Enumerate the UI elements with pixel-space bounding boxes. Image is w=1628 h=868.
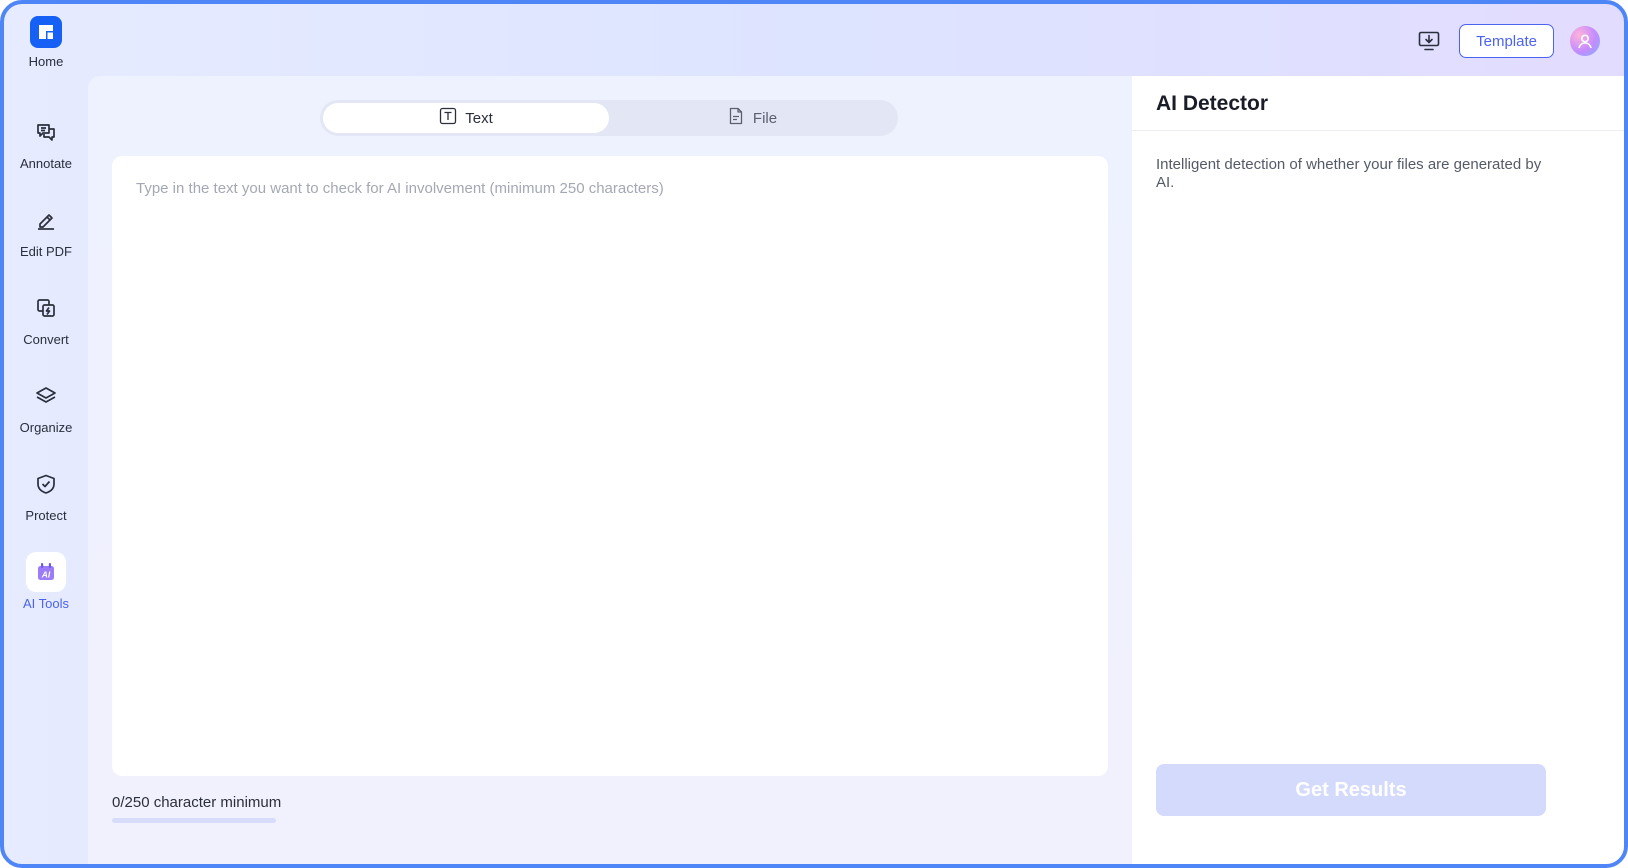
annotate-icon — [26, 112, 66, 152]
panel-divider — [1132, 130, 1624, 131]
tab-text[interactable]: Text — [323, 103, 609, 133]
sidebar-item-edit-pdf[interactable]: Edit PDF — [4, 192, 88, 280]
user-avatar-icon[interactable] — [1570, 26, 1600, 56]
sidebar-item-label: AI Tools — [22, 596, 69, 611]
sidebar-nav: Annotate Edit PDF Convert Organize Prote… — [4, 104, 88, 632]
app-logo-icon — [30, 16, 62, 48]
panel-description: Intelligent detection of whether your fi… — [1156, 156, 1542, 191]
topbar-actions: Template — [1415, 22, 1600, 60]
sidebar-item-label: Convert — [23, 332, 69, 347]
text-icon — [439, 107, 457, 129]
convert-icon — [26, 288, 66, 328]
organize-icon — [26, 376, 66, 416]
ai-check-textarea[interactable] — [136, 180, 1084, 752]
sidebar-item-annotate[interactable]: Annotate — [4, 104, 88, 192]
edit-pdf-icon — [26, 200, 66, 240]
protect-icon — [26, 464, 66, 504]
sidebar-item-protect[interactable]: Protect — [4, 456, 88, 544]
character-counter: 0/250 character minimum — [112, 794, 282, 811]
text-input-area — [112, 156, 1108, 776]
panel-title: AI Detector — [1156, 92, 1269, 115]
sidebar-item-convert[interactable]: Convert — [4, 280, 88, 368]
sidebar-item-ai-tools[interactable]: AI AI Tools — [4, 544, 88, 632]
ai-detector-panel: AI Detector Intelligent detection of whe… — [1132, 76, 1624, 864]
app-window: Home Annotate Edit PDF Convert Organize … — [0, 0, 1628, 868]
sidebar-item-label: Protect — [25, 508, 67, 523]
character-progress-bar — [112, 818, 276, 823]
ai-tools-icon: AI — [26, 552, 66, 592]
svg-text:AI: AI — [41, 570, 51, 580]
tab-label: Text — [465, 109, 493, 127]
main-content: Text File 0/250 character minimum — [88, 76, 1132, 864]
sidebar-item-label: Edit PDF — [19, 244, 72, 259]
sidebar: Home Annotate Edit PDF Convert Organize … — [4, 4, 88, 864]
input-mode-tabs: Text File — [320, 100, 898, 136]
tab-label: File — [752, 109, 778, 127]
sidebar-item-organize[interactable]: Organize — [4, 368, 88, 456]
get-results-button[interactable]: Get Results — [1156, 764, 1546, 816]
file-icon — [727, 107, 745, 129]
sidebar-item-label: Organize — [19, 420, 73, 435]
sidebar-home-label: Home — [28, 54, 64, 69]
desktop-download-icon[interactable] — [1415, 27, 1443, 55]
template-button[interactable]: Template — [1459, 24, 1554, 58]
sidebar-item-label: Annotate — [19, 156, 73, 171]
tab-file[interactable]: File — [609, 103, 895, 133]
sidebar-home[interactable]: Home — [4, 16, 88, 78]
